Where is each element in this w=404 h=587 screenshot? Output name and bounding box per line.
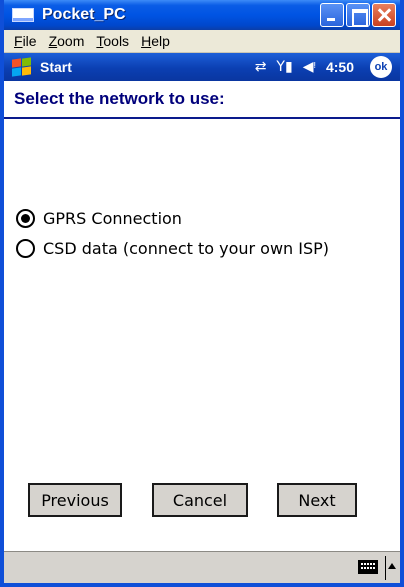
network-options: GPRS Connection CSD data (connect to you… <box>16 203 329 263</box>
menu-file-rest: ile <box>22 33 37 49</box>
previous-button[interactable]: Previous <box>28 483 122 517</box>
menu-tools-rest: ools <box>103 33 130 49</box>
connectivity-icon[interactable]: ⇄ <box>255 59 267 75</box>
menu-zoom[interactable]: Zoom <box>43 33 91 49</box>
signal-icon[interactable]: Y▮ <box>276 59 292 75</box>
menu-bar: File Zoom Tools Help <box>4 30 400 53</box>
keyboard-icon[interactable] <box>358 560 378 574</box>
cancel-button[interactable]: Cancel <box>152 483 248 517</box>
menu-help-rest: elp <box>151 33 170 49</box>
windows-flag-icon[interactable] <box>10 57 34 77</box>
window-controls <box>320 3 396 27</box>
csd-radio[interactable] <box>16 238 35 258</box>
page-header: Select the network to use: <box>4 81 400 119</box>
menu-help-mnemonic: H <box>141 33 152 49</box>
menu-tools[interactable]: Tools <box>90 33 135 49</box>
up-arrow-icon[interactable] <box>388 563 396 569</box>
menu-file[interactable]: File <box>8 33 43 49</box>
csd-label[interactable]: CSD data (connect to your own ISP) <box>43 239 329 258</box>
option-csd[interactable]: CSD data (connect to your own ISP) <box>16 233 329 263</box>
device-screen: Start ⇄ Y▮ ◀ᵎ 4:50 ok Select the network… <box>4 53 400 583</box>
emulator-window: Pocket_PC File Zoom Tools Help Start ⇄ Y… <box>0 0 404 587</box>
input-separator <box>385 556 386 580</box>
gprs-radio[interactable] <box>16 208 35 228</box>
flag-blue <box>12 67 21 77</box>
minimize-button[interactable] <box>320 3 344 27</box>
ok-button[interactable]: ok <box>370 56 392 78</box>
menu-help[interactable]: Help <box>135 33 176 49</box>
input-bar <box>4 551 400 583</box>
window-title: Pocket_PC <box>42 6 126 23</box>
menu-zoom-mnemonic: Z <box>48 33 58 49</box>
gprs-label[interactable]: GPRS Connection <box>43 209 182 228</box>
menu-zoom-rest: oom <box>57 33 85 49</box>
flag-red <box>12 58 21 68</box>
speaker-icon[interactable]: ◀ᵎ <box>303 59 316 75</box>
app-window-icon <box>12 8 34 22</box>
page-title: Select the network to use: <box>14 89 225 108</box>
close-button[interactable] <box>372 3 396 27</box>
clock[interactable]: 4:50 <box>326 59 354 75</box>
menu-file-mnemonic: F <box>14 33 23 49</box>
start-menu-label[interactable]: Start <box>40 59 72 75</box>
system-tray: ⇄ Y▮ ◀ᵎ 4:50 ok <box>255 53 392 81</box>
flag-green <box>22 57 31 67</box>
pocketpc-taskbar: Start ⇄ Y▮ ◀ᵎ 4:50 ok <box>4 53 400 81</box>
maximize-button[interactable] <box>346 3 370 27</box>
flag-yellow <box>22 66 31 76</box>
next-button[interactable]: Next <box>277 483 357 517</box>
title-bar[interactable]: Pocket_PC <box>4 0 400 30</box>
option-gprs[interactable]: GPRS Connection <box>16 203 329 233</box>
